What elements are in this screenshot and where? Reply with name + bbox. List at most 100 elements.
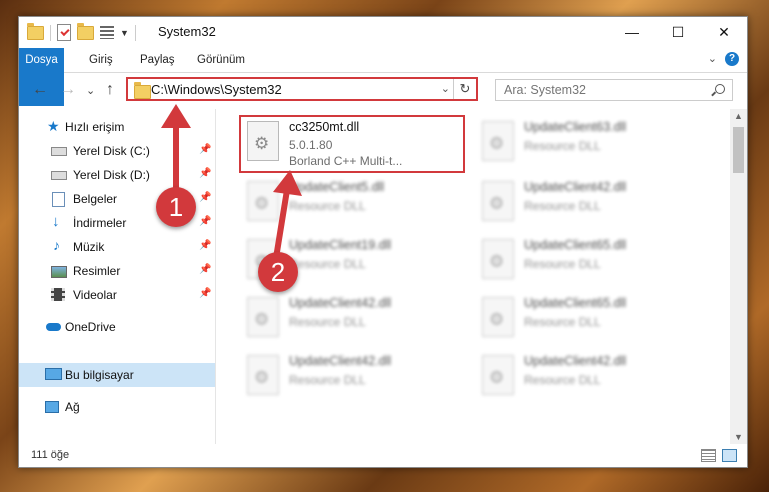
recent-locations-button[interactable]: ⌄ [86, 84, 95, 97]
dll-file-icon [482, 297, 514, 337]
search-icon[interactable] [715, 84, 725, 94]
file-description: Resource DLL [289, 199, 366, 213]
address-path[interactable]: C:\Windows\System32 [151, 82, 282, 97]
pin-icon[interactable]: 📌 [199, 240, 211, 251]
dll-file-icon [247, 297, 279, 337]
drive-icon [51, 147, 67, 156]
scrollbar-thumb[interactable] [733, 127, 744, 173]
file-item[interactable]: UpdateClient65.dll Resource DLL [476, 235, 702, 293]
dll-file-icon [247, 355, 279, 395]
pin-icon[interactable]: 📌 [199, 168, 211, 179]
sidebar-item-label: Videolar [73, 288, 117, 302]
list-view-icon[interactable] [100, 26, 114, 39]
view-switcher [701, 449, 737, 462]
file-description: Resource DLL [289, 257, 366, 271]
pin-icon[interactable]: 📌 [199, 264, 211, 275]
file-description: Borland C++ Multi-t... [289, 154, 403, 168]
minimize-button[interactable]: — [609, 17, 655, 48]
toolbar-divider [134, 24, 136, 41]
file-item[interactable]: UpdateClient42.dll Resource DLL [241, 351, 467, 409]
sidebar-item-music[interactable]: ♪ Müzik 📌 [19, 235, 215, 259]
pin-icon[interactable]: 📌 [199, 144, 211, 155]
sidebar-item-label: Resimler [73, 264, 121, 278]
network-icon [45, 401, 59, 413]
sidebar-item-drive-d[interactable]: Yerel Disk (D:) 📌 [19, 163, 215, 187]
dll-file-icon [482, 239, 514, 279]
file-item[interactable]: UpdateClient42.dll Resource DLL [476, 177, 702, 235]
close-button[interactable]: ✕ [701, 17, 747, 48]
customize-toolbar-caret[interactable]: ▼ [120, 28, 129, 38]
back-button[interactable]: ← [32, 81, 48, 99]
file-name: UpdateClient19.dll [289, 238, 392, 252]
documents-icon [52, 192, 65, 207]
file-item[interactable]: UpdateClient5.dll Resource DLL [241, 177, 467, 235]
sidebar-item-network[interactable]: Ağ [19, 395, 215, 419]
file-name: UpdateClient5.dll [289, 180, 385, 194]
details-view-icon[interactable] [701, 449, 716, 462]
cloud-icon [46, 323, 61, 331]
pin-icon[interactable]: 📌 [199, 216, 211, 227]
navigation-pane: ★ Hızlı erişim Yerel Disk (C:) 📌 Yerel D… [19, 109, 216, 444]
scroll-down-icon[interactable]: ▼ [734, 432, 743, 442]
help-icon[interactable]: ? [725, 52, 739, 66]
file-name: UpdateClient42.dll [289, 296, 392, 310]
music-icon: ♪ [53, 237, 60, 253]
search-input[interactable] [502, 82, 706, 98]
sidebar-item-quick-access[interactable]: ★ Hızlı erişim [19, 115, 215, 139]
file-description: Resource DLL [524, 373, 601, 387]
file-item[interactable]: UpdateClient65.dll Resource DLL [476, 293, 702, 351]
dll-file-icon [482, 121, 514, 161]
maximize-button[interactable]: ☐ [655, 17, 701, 48]
file-name: UpdateClient63.dll [524, 120, 627, 134]
sidebar-item-label: İndirmeler [73, 216, 127, 230]
scroll-up-icon[interactable]: ▲ [734, 111, 743, 121]
videos-icon [51, 288, 65, 301]
tab-share[interactable]: Paylaş [130, 48, 185, 72]
window-title: System32 [158, 24, 216, 39]
forward-button[interactable]: → [60, 81, 76, 99]
sidebar-item-videos[interactable]: Videolar 📌 [19, 283, 215, 307]
status-bar: 111 öğe [19, 444, 747, 467]
sidebar-item-label: Yerel Disk (D:) [73, 168, 150, 182]
pin-icon[interactable]: 📌 [199, 288, 211, 299]
file-item[interactable]: UpdateClient63.dll Resource DLL [476, 117, 702, 175]
properties-icon[interactable] [57, 24, 71, 41]
search-box[interactable] [495, 79, 733, 101]
file-description: Resource DLL [524, 315, 601, 329]
file-name: UpdateClient65.dll [524, 238, 627, 252]
file-name: UpdateClient42.dll [524, 354, 627, 368]
address-dropdown[interactable]: ⌄ [441, 82, 450, 95]
dll-file-icon [482, 355, 514, 395]
tab-home[interactable]: Giriş [79, 48, 123, 72]
tab-view[interactable]: Görünüm [187, 48, 255, 72]
address-bar[interactable]: C:\Windows\System32 ⌄ ↻ [126, 77, 478, 101]
refresh-button[interactable]: ↻ [453, 79, 476, 99]
file-description: Resource DLL [289, 315, 366, 329]
step-2-badge: 2 [258, 252, 298, 292]
tiles-view-icon[interactable] [722, 449, 737, 462]
pictures-icon [51, 266, 67, 278]
sidebar-item-label: Bu bilgisayar [65, 368, 134, 382]
downloads-icon: ↓ [52, 213, 60, 230]
sidebar-item-drive-c[interactable]: Yerel Disk (C:) 📌 [19, 139, 215, 163]
computer-icon [45, 368, 62, 380]
vertical-scrollbar[interactable]: ▲ ▼ [730, 109, 747, 444]
file-item[interactable]: UpdateClient42.dll Resource DLL [476, 351, 702, 409]
up-button[interactable]: ↑ [106, 81, 114, 99]
file-name: UpdateClient65.dll [524, 296, 627, 310]
item-count: 111 öğe [31, 449, 70, 461]
ribbon-expand-caret[interactable]: ⌄ [708, 52, 717, 66]
pin-icon[interactable]: 📌 [199, 192, 211, 203]
sidebar-item-label: Müzik [73, 240, 105, 254]
sidebar-item-onedrive[interactable]: OneDrive [19, 315, 215, 339]
sidebar-item-pictures[interactable]: Resimler 📌 [19, 259, 215, 283]
drive-icon [51, 171, 67, 180]
folder-icon [134, 82, 151, 99]
file-item[interactable]: UpdateClient42.dll Resource DLL [241, 293, 467, 351]
new-folder-icon[interactable] [77, 22, 94, 40]
file-name: cc3250mt.dll [289, 120, 360, 134]
file-item-cc3250mt[interactable]: cc3250mt.dll 5.0.1.80 Borland C++ Multi-… [239, 115, 465, 173]
quick-access-toolbar: ▼ [27, 22, 136, 41]
sidebar-item-this-pc[interactable]: Bu bilgisayar [19, 363, 215, 387]
sidebar-item-label: OneDrive [65, 320, 116, 334]
